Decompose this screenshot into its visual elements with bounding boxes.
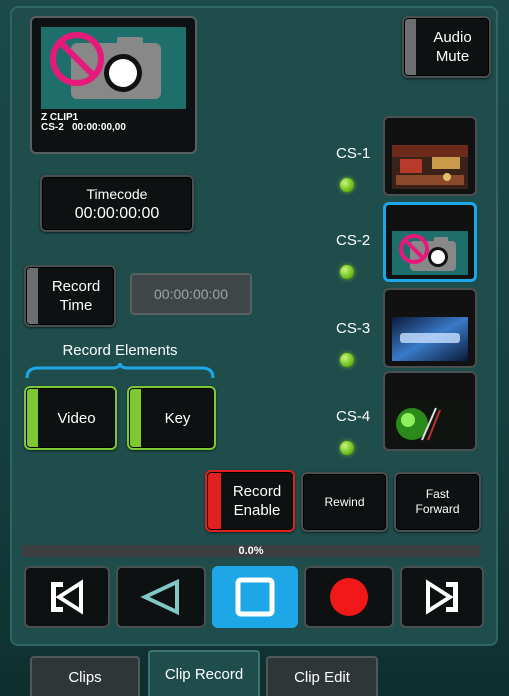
preview-timecode: 00:00:00,00 [72,122,126,133]
tab-clips[interactable]: Clips [30,656,140,696]
play-reverse-icon [140,578,179,616]
timecode-display: Timecode 00:00:00:00 [40,175,194,232]
preview-monitor[interactable]: Z CLIP1 CS-2 00:00:00,00 [30,16,197,154]
go-to-end-button[interactable] [400,566,484,628]
timecode-value: 00:00:00:00 [74,204,160,222]
cs-1-label: CS-1 [336,145,371,162]
record-time-button[interactable]: Record Time [24,265,116,327]
stop-icon [235,577,275,617]
studio-set-image [392,145,468,189]
preview-image [41,27,186,109]
go-to-end-icon [426,579,458,615]
cs-2-thumb[interactable] [383,202,477,282]
tab-bar: Clips Clip Record Clip Edit [0,648,509,696]
cs-2-led [340,265,354,279]
cs-1-led [340,178,354,192]
audio-mute-button[interactable]: Audio Mute [402,16,491,78]
green-orb-image [392,400,468,444]
cs-3-thumb[interactable] [383,288,477,368]
play-reverse-button[interactable] [116,566,206,628]
cs-2-label: CS-2 [336,232,371,249]
no-camera-icon [50,32,161,99]
logo-image [392,317,468,361]
video-element-button[interactable]: Video [24,386,117,450]
cs-1-thumb[interactable] [383,116,477,196]
fast-forward-button[interactable]: Fast Forward [394,472,481,532]
stop-button[interactable] [212,566,298,628]
record-icon [330,578,368,616]
go-to-start-button[interactable] [24,566,110,628]
record-button[interactable] [304,566,394,628]
no-camera-icon [392,231,468,275]
tab-clip-record[interactable]: Clip Record [148,650,260,696]
record-elements-bracket [25,362,215,379]
cs-3-led [340,353,354,367]
cs-4-led [340,441,354,455]
cs-4-thumb[interactable] [383,371,477,451]
progress-text: 0.0% [238,545,264,557]
record-elements-title: Record Elements [62,342,178,359]
cs-4-label: CS-4 [336,408,371,425]
cs-3-label: CS-3 [336,320,371,337]
key-element-button[interactable]: Key [127,386,216,450]
go-to-start-icon [51,579,83,615]
record-time-field[interactable]: 00:00:00:00 [130,273,252,315]
tab-clip-edit[interactable]: Clip Edit [266,656,378,696]
timecode-label: Timecode [86,185,148,202]
record-enable-button[interactable]: Record Enable [205,470,295,532]
rewind-button[interactable]: Rewind [301,472,388,532]
